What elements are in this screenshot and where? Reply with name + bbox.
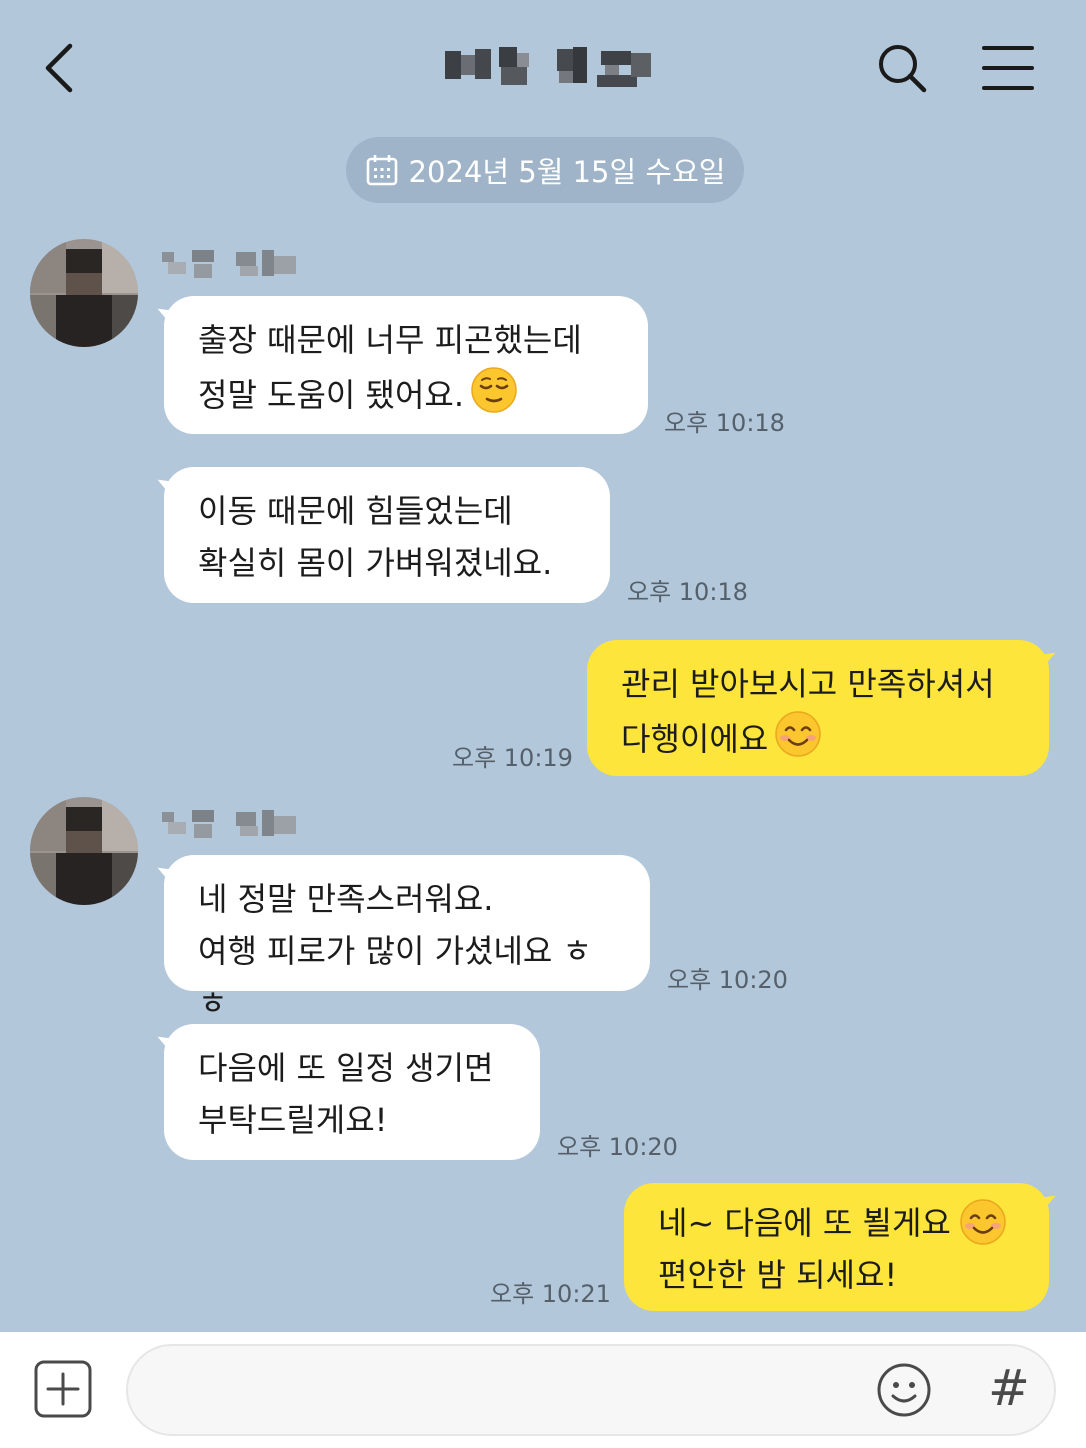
message-time: 오후 10:18 [627, 578, 748, 606]
search-button[interactable] [872, 40, 932, 96]
attach-button[interactable] [34, 1360, 92, 1418]
sender-name-redacted [162, 250, 296, 278]
message-text: 네~ 다음에 또 뵐게요 편안한 밤 되세요! [658, 1204, 951, 1294]
sender-name-redacted [162, 810, 296, 838]
search-icon [879, 45, 927, 93]
emoji-icon [877, 1363, 931, 1417]
relieved-face-emoji [471, 367, 517, 413]
smiling-face-emoji [775, 711, 821, 757]
date-divider: 2024년 5월 15일 수요일 [346, 137, 744, 203]
menu-icon [982, 46, 1034, 90]
message-time: 오후 10:20 [557, 1133, 678, 1161]
chat-header [0, 0, 1086, 135]
calendar-icon [366, 155, 397, 186]
chat-title-redacted [445, 47, 651, 87]
message-bubble[interactable]: 관리 받아보시고 만족하셔서 다행이에요 [587, 640, 1049, 776]
message-time: 오후 10:19 [452, 744, 573, 772]
message-bubble[interactable]: 다음에 또 일정 생기면 부탁드릴게요! [164, 1024, 540, 1160]
menu-button[interactable] [978, 42, 1038, 94]
message-time: 오후 10:21 [490, 1280, 611, 1308]
smiling-face-emoji [960, 1199, 1006, 1245]
message-bubble[interactable]: 네 정말 만족스러워요. 여행 피로가 많이 가셨네요 ㅎㅎ [164, 855, 650, 1022]
avatar[interactable] [30, 239, 138, 347]
date-divider-text: 2024년 5월 15일 수요일 [408, 155, 726, 189]
hash-icon[interactable]: # [984, 1356, 1034, 1420]
back-button[interactable] [36, 38, 92, 98]
message-time: 오후 10:20 [667, 966, 788, 994]
message-text: 다음에 또 일정 생기면 부탁드릴게요! [198, 1049, 494, 1139]
message-text: 출장 때문에 너무 피곤했는데 정말 도움이 됐어요. [198, 321, 582, 414]
message-input-bar: # [0, 1332, 1086, 1448]
plus-icon [34, 1360, 92, 1418]
message-text: 이동 때문에 힘들었는데 확실히 몸이 가벼워졌네요. [198, 492, 553, 582]
avatar[interactable] [30, 797, 138, 905]
message-bubble[interactable]: 이동 때문에 힘들었는데 확실히 몸이 가벼워졌네요. [164, 467, 610, 603]
emoji-button[interactable] [876, 1362, 932, 1418]
back-arrow-icon [45, 43, 73, 93]
message-time: 오후 10:18 [664, 409, 785, 437]
message-bubble[interactable]: 출장 때문에 너무 피곤했는데 정말 도움이 됐어요. [164, 296, 648, 434]
message-text: 네 정말 만족스러워요. 여행 피로가 많이 가셨네요 ㅎㅎ [198, 880, 592, 1022]
